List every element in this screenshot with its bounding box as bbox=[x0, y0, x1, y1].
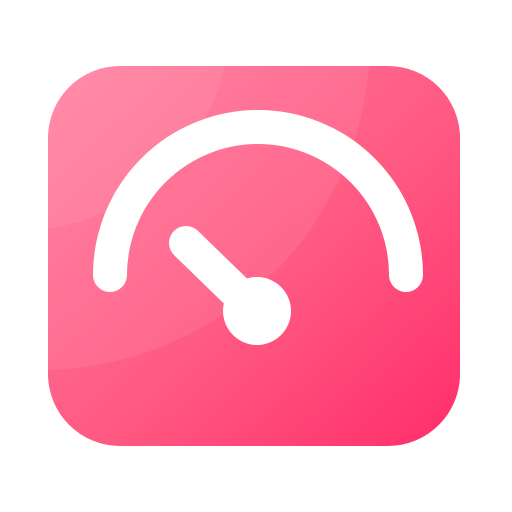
speedometer-app-icon[interactable] bbox=[0, 0, 512, 512]
gauge-hub-glyph bbox=[223, 277, 291, 345]
app-icon-canvas bbox=[0, 0, 512, 512]
